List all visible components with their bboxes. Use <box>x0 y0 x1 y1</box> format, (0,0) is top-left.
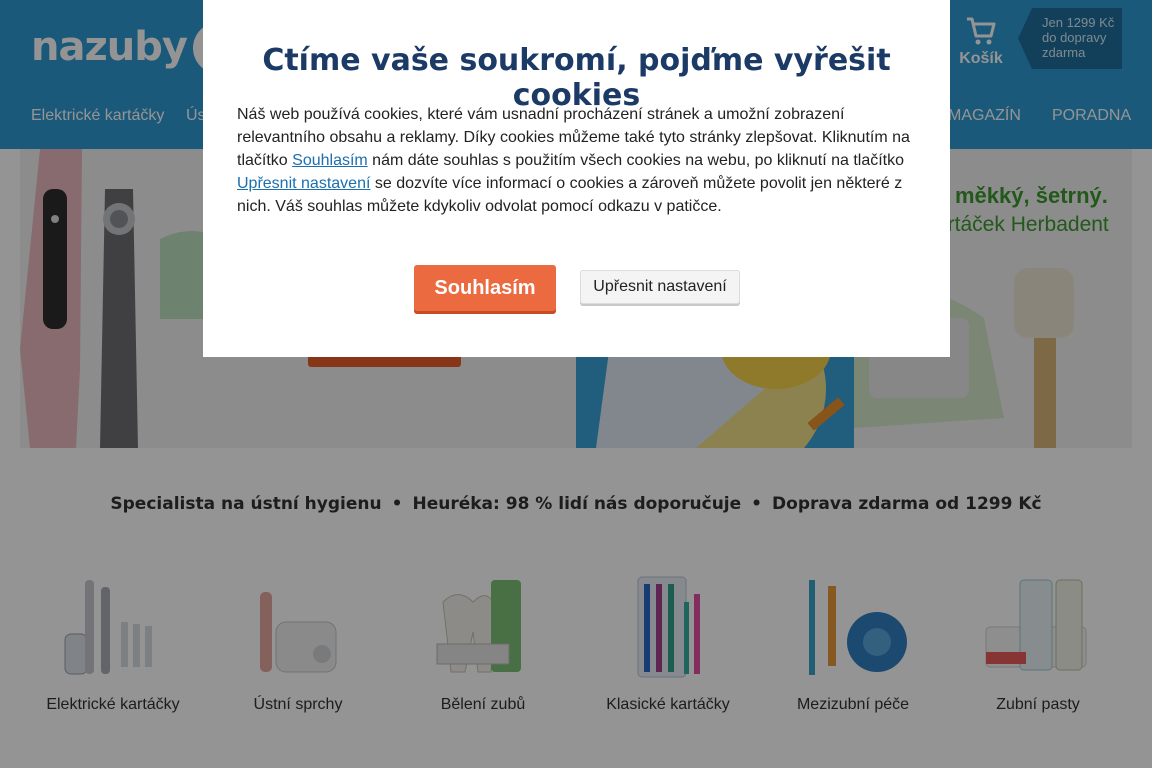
dialog-text-part: nám dáte souhlas s použitím všech cookie… <box>367 152 905 169</box>
cookie-consent-dialog: Ctíme vaše soukromí, pojďme vyřešit cook… <box>203 0 950 357</box>
accept-link[interactable]: Souhlasím <box>292 152 368 169</box>
settings-button[interactable]: Upřesnit nastavení <box>580 270 740 304</box>
settings-link[interactable]: Upřesnit nastavení <box>237 175 370 192</box>
accept-button[interactable]: Souhlasím <box>414 265 556 311</box>
dialog-text: Náš web používá cookies, které vám usnad… <box>237 103 917 218</box>
